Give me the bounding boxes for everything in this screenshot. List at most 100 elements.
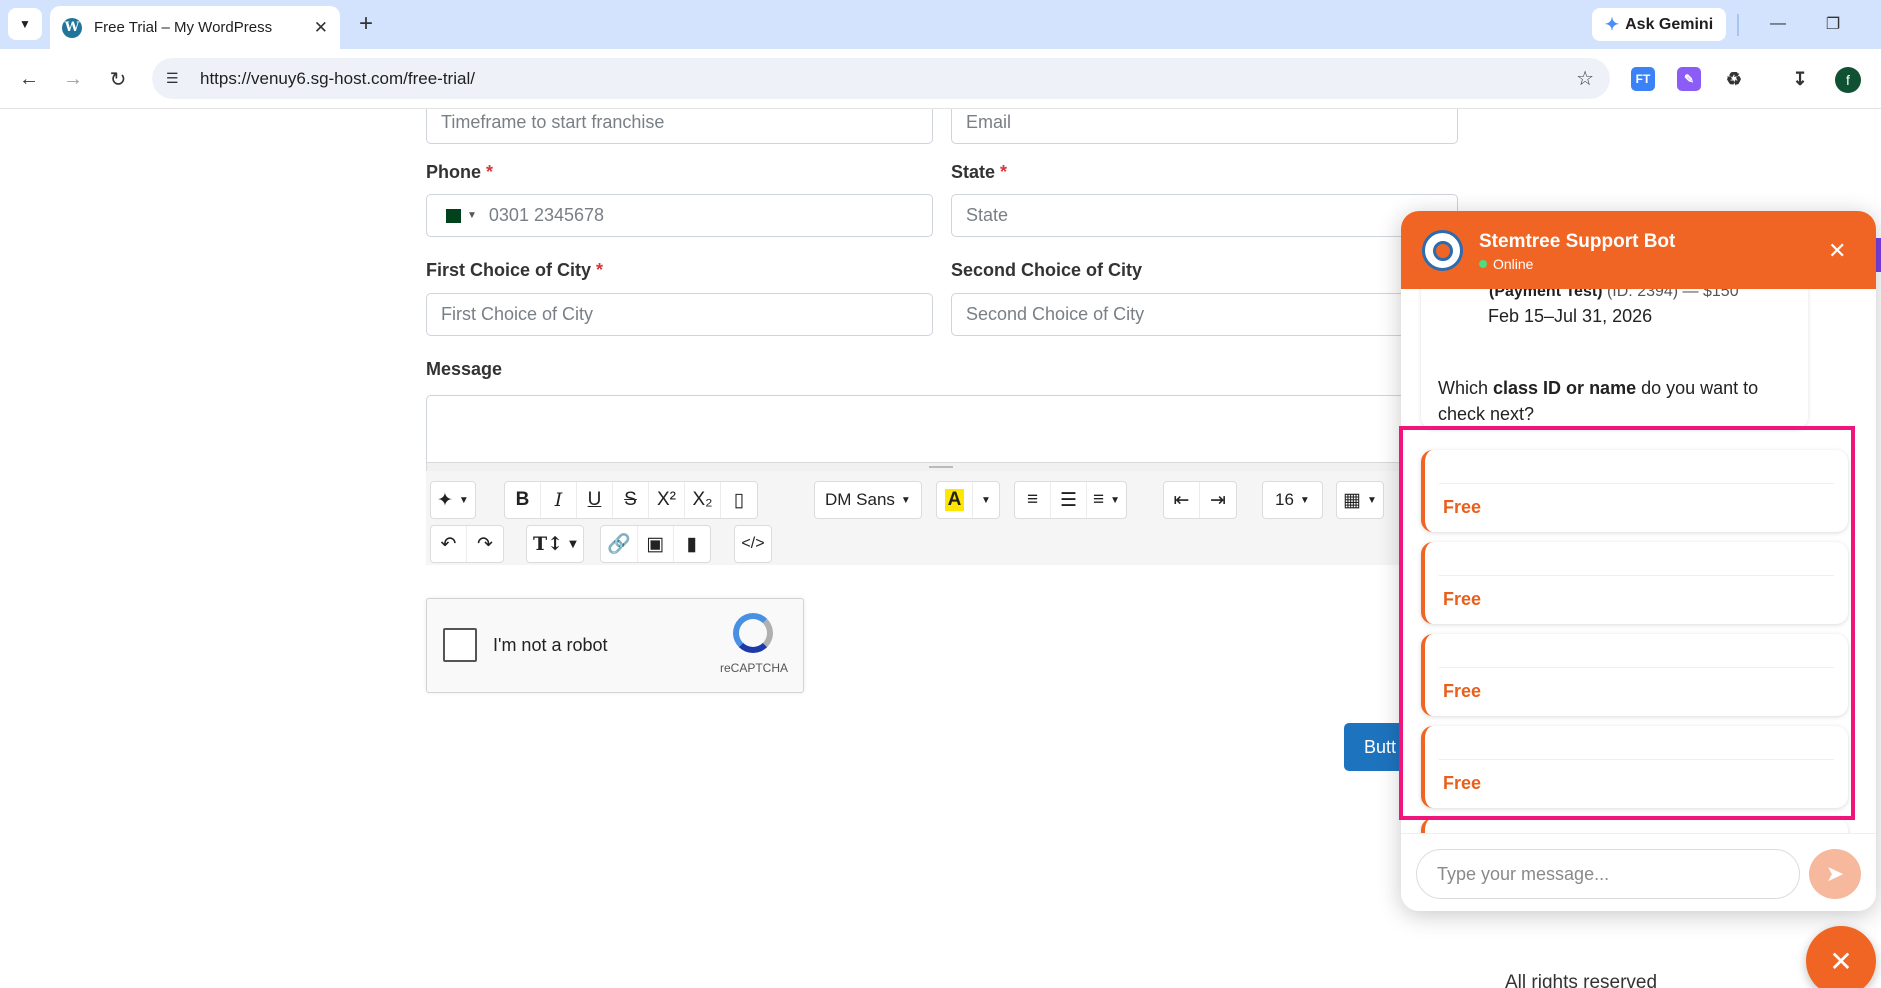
insert-group: 🔗 ▣ ▮	[600, 525, 711, 563]
font-family-button[interactable]: DM Sans ▼	[815, 482, 921, 518]
ask-gemini-button[interactable]: ✦ Ask Gemini	[1592, 8, 1726, 41]
subscript-icon: X₂	[692, 489, 713, 510]
color-dropdown-button[interactable]: ▼	[973, 482, 999, 518]
caret-down-icon: ▼	[458, 494, 469, 506]
recaptcha-brand: reCAPTCHA	[720, 661, 789, 675]
forward-arrow-icon[interactable]: →	[57, 63, 89, 95]
caret-down-icon: ▼	[900, 494, 911, 506]
minimize-button[interactable]: —	[1763, 10, 1793, 38]
new-tab-button[interactable]: +	[353, 12, 379, 38]
font-size-select[interactable]: 16 ▼	[1262, 481, 1323, 519]
required-mark: *	[596, 260, 604, 280]
align-button[interactable]: ≡ ▼	[1087, 482, 1126, 518]
restore-button[interactable]: ❐	[1818, 10, 1848, 38]
text-color-button[interactable]: A	[937, 482, 973, 518]
send-button[interactable]: ➤	[1809, 849, 1861, 899]
magic-style-group: ✦ ▼	[430, 481, 476, 519]
outdent-icon: ⇤	[1173, 489, 1190, 511]
outdent-button[interactable]: ⇤	[1164, 482, 1200, 518]
bot-message: (Payment Test) (ID: 2394) — $150 Feb 15–…	[1421, 289, 1808, 429]
video-button[interactable]: ▮	[674, 526, 710, 562]
subscript-button[interactable]: X₂	[685, 482, 721, 518]
underline-button[interactable]: U	[577, 482, 613, 518]
country-dropdown-caret-icon[interactable]: ▼	[467, 210, 477, 221]
url-text[interactable]: https://venuy6.sg-host.com/free-trial/	[200, 69, 475, 89]
table-icon: ▦	[1343, 489, 1361, 511]
link-icon: 🔗	[607, 534, 631, 555]
options-highlight-box	[1399, 426, 1855, 820]
bullet-list-button[interactable]: ≡	[1015, 482, 1051, 518]
superscript-button[interactable]: X²	[649, 482, 685, 518]
highlight-a-icon: A	[944, 489, 965, 511]
browser-tab-active[interactable]: W Free Trial – My WordPress ✕	[50, 6, 340, 49]
color-group: A ▼	[936, 481, 1000, 519]
chat-message-input[interactable]: Type your message...	[1416, 849, 1800, 899]
strikethrough-button[interactable]: S	[613, 482, 649, 518]
extension-pen-icon[interactable]: ✎	[1677, 67, 1701, 91]
image-button[interactable]: ▣	[638, 526, 674, 562]
text-size-button[interactable]: T↕ ▼	[527, 526, 583, 562]
pakistan-flag-icon[interactable]	[441, 208, 461, 223]
first-city-placeholder: First Choice of City	[441, 304, 594, 324]
numbered-list-icon: ☰	[1059, 489, 1078, 511]
font-family-select[interactable]: DM Sans ▼	[814, 481, 922, 519]
superscript-icon: X²	[657, 489, 676, 510]
format-group: B I U S X² X₂ ▯	[504, 481, 758, 519]
text-style-group: T↕ ▼	[526, 525, 584, 563]
caret-down-icon: ▼	[1299, 494, 1310, 506]
timeframe-placeholder: Timeframe to start franchise	[441, 112, 665, 132]
chat-toggle-button[interactable]: ✕	[1806, 926, 1876, 988]
extension-ft-icon[interactable]: FT	[1631, 67, 1655, 91]
email-field[interactable]: Email	[951, 109, 1458, 144]
wordpress-icon: W	[62, 17, 82, 38]
undo-button[interactable]: ↶	[431, 526, 467, 562]
tab-close-icon[interactable]: ✕	[314, 18, 328, 38]
editor-toolbar: ✦ ▼ B I U S X² X₂ ▯ DM Sans ▼ A ▼ ≡ ☰ ≡ ▼ ⇤…	[426, 471, 1426, 565]
download-icon[interactable]: ↧	[1788, 67, 1812, 91]
tab-search-button[interactable]: ▼	[8, 8, 42, 40]
chat-close-icon[interactable]: ✕	[1828, 238, 1846, 264]
site-settings-icon[interactable]: ☰	[166, 70, 188, 87]
second-city-field[interactable]: Second Choice of City	[951, 293, 1458, 336]
eraser-icon: ▯	[733, 489, 745, 511]
link-button[interactable]: 🔗	[601, 526, 638, 562]
profile-avatar[interactable]: f	[1835, 67, 1861, 93]
status-text: Online	[1493, 256, 1534, 272]
bold-button[interactable]: B	[505, 482, 541, 518]
first-city-field[interactable]: First Choice of City	[426, 293, 933, 336]
eraser-button[interactable]: ▯	[721, 482, 757, 518]
caret-down-icon: ▼	[981, 494, 991, 506]
class-name-cut: (Payment Test) (ID: 2394) — $150	[1489, 289, 1739, 300]
chat-composer: Type your message... ➤	[1401, 833, 1876, 911]
ask-gemini-label: Ask Gemini	[1625, 15, 1714, 33]
phone-label: Phone *	[426, 162, 494, 182]
class-dates: Feb 15–Jul 31, 2026	[1488, 306, 1653, 326]
numbered-list-button[interactable]: ☰	[1051, 482, 1087, 518]
recaptcha-checkbox[interactable]	[443, 628, 477, 662]
chat-title: Stemtree Support Bot	[1479, 231, 1676, 252]
back-arrow-icon[interactable]: ←	[13, 63, 45, 95]
class-option-card[interactable]	[1421, 818, 1848, 833]
magic-wand-button[interactable]: ✦ ▼	[431, 482, 475, 518]
state-label: State *	[951, 162, 1008, 182]
reload-icon[interactable]: ↻	[102, 63, 134, 95]
font-size-button[interactable]: 16 ▼	[1263, 482, 1322, 518]
italic-button[interactable]: I	[541, 482, 577, 518]
extensions-puzzle-icon[interactable]: ♻	[1722, 67, 1746, 91]
timeframe-field[interactable]: Timeframe to start franchise	[426, 109, 933, 144]
browser-tab-strip: ▼ W Free Trial – My WordPress ✕ + ✦ Ask …	[0, 0, 1881, 49]
second-city-placeholder: Second Choice of City	[966, 304, 1145, 324]
indent-button[interactable]: ⇥	[1200, 482, 1236, 518]
table-button[interactable]: ▦ ▼	[1337, 482, 1383, 518]
redo-button[interactable]: ↷	[467, 526, 503, 562]
gemini-sparkle-icon: ✦	[1604, 14, 1620, 34]
chevron-down-icon: ▼	[19, 17, 31, 31]
bookmark-star-icon[interactable]: ☆	[1576, 66, 1594, 91]
phone-field[interactable]: ▼ 0301 2345678	[426, 194, 933, 237]
message-textarea[interactable]	[426, 395, 1426, 465]
state-field[interactable]: State	[951, 194, 1458, 237]
recaptcha-logo-icon	[733, 613, 773, 653]
address-bar[interactable]: ☰ https://venuy6.sg-host.com/free-trial/…	[152, 58, 1610, 99]
phone-placeholder: 0301 2345678	[488, 205, 605, 225]
code-view-button[interactable]: </>	[735, 526, 771, 562]
